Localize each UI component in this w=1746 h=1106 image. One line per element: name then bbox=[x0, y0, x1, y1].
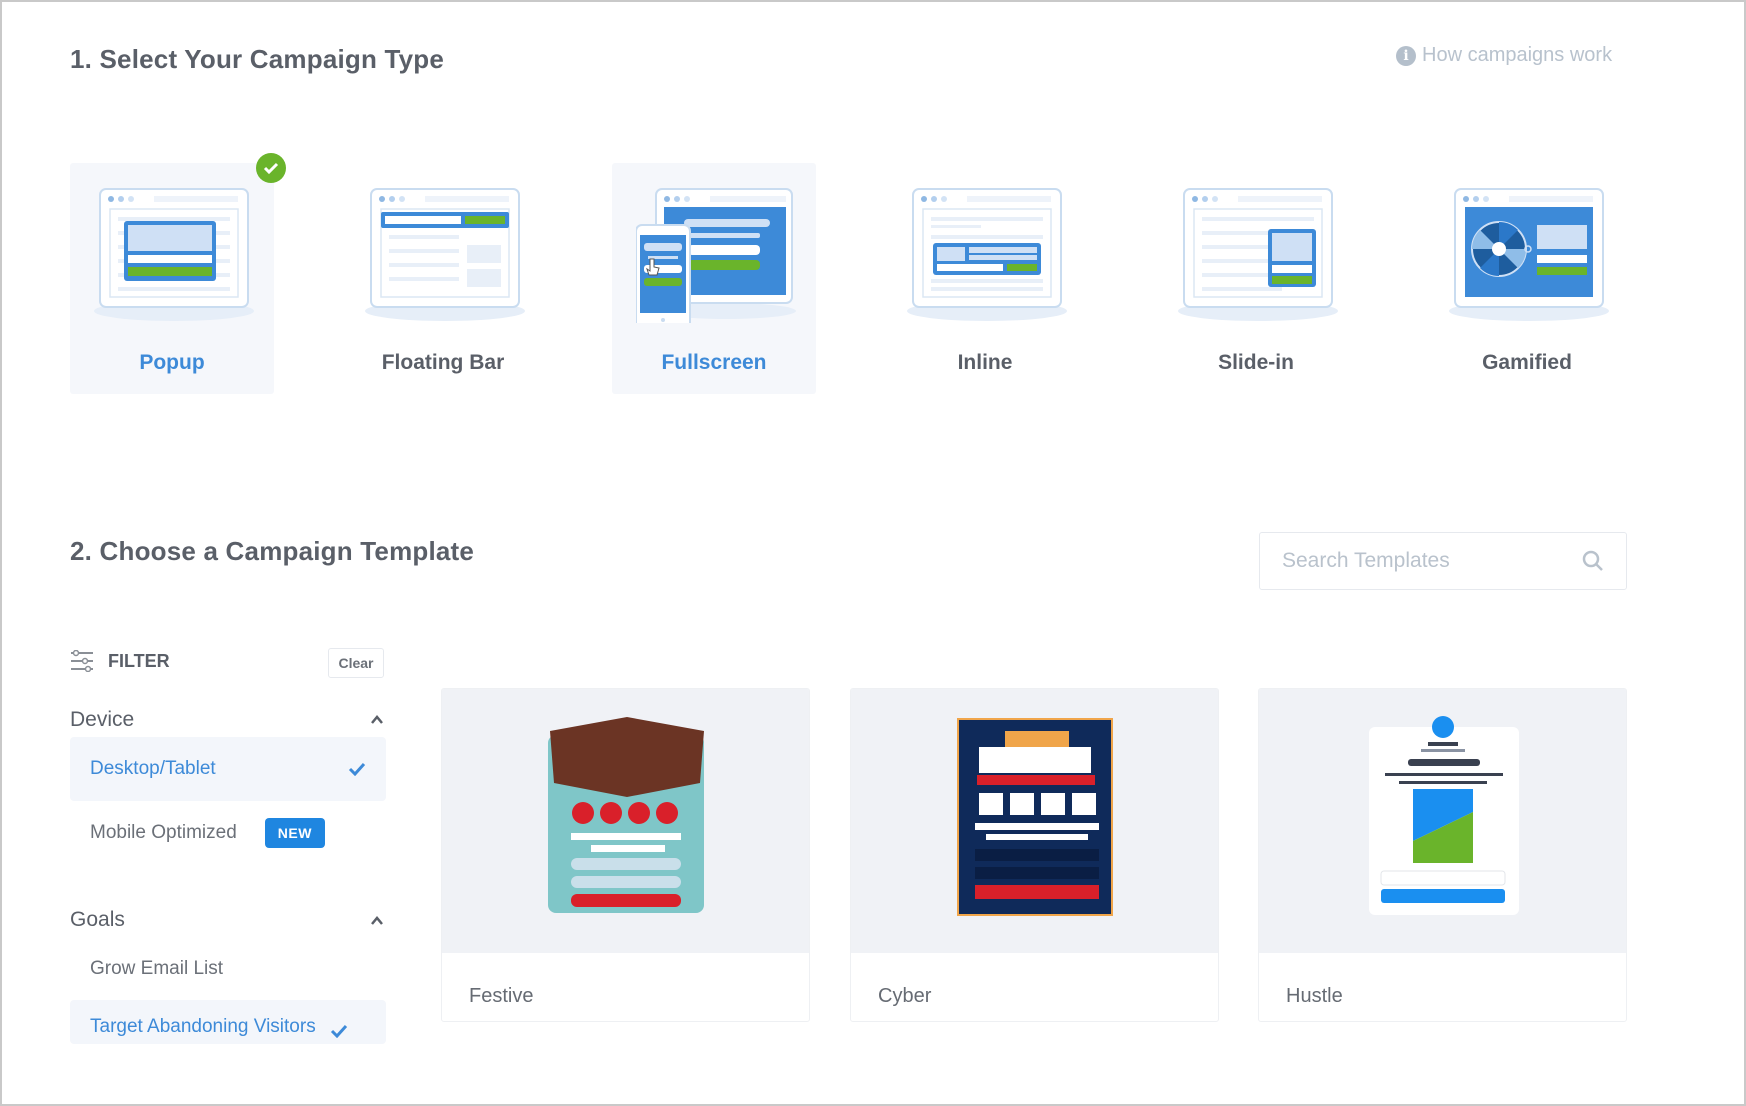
filter-group-device-title: Device bbox=[70, 708, 135, 731]
template-name: Cyber bbox=[878, 985, 932, 1007]
filter-option-mobile-optimized[interactable]: Mobile Optimized NEW bbox=[70, 801, 386, 865]
filter-option-label: Desktop/Tablet bbox=[90, 758, 216, 779]
slide-in-illustration bbox=[1178, 188, 1338, 321]
chevron-up-icon[interactable] bbox=[370, 914, 384, 928]
filter-group-goals-title: Goals bbox=[70, 908, 125, 931]
filter-sliders-icon bbox=[71, 650, 93, 672]
template-name: Hustle bbox=[1286, 985, 1343, 1007]
clear-filter-button[interactable]: Clear bbox=[328, 648, 384, 678]
campaign-type-inline[interactable]: Inline bbox=[883, 163, 1087, 394]
section-title-campaign-type: 1. Select Your Campaign Type bbox=[70, 44, 445, 74]
campaign-type-label: Inline bbox=[957, 351, 1013, 374]
template-name: Festive bbox=[469, 985, 534, 1007]
filter-option-label: Mobile Optimized bbox=[90, 822, 237, 843]
campaign-type-label: Floating Bar bbox=[381, 351, 505, 374]
campaign-type-label: Gamified bbox=[1482, 351, 1572, 374]
filter-option-desktop-tablet[interactable]: Desktop/Tablet bbox=[70, 737, 386, 801]
checkmark-icon bbox=[348, 762, 366, 776]
new-badge: NEW bbox=[264, 818, 325, 848]
inline-illustration bbox=[907, 188, 1067, 321]
filter-option-target-abandoning-visitors[interactable]: Target Abandoning Visitors bbox=[70, 1000, 386, 1044]
filter-option-label: Target Abandoning Visitors bbox=[90, 1016, 316, 1037]
filter-option-label: Grow Email List bbox=[90, 958, 224, 979]
floating-bar-illustration bbox=[365, 188, 525, 321]
section-title-campaign-template: 2. Choose a Campaign Template bbox=[70, 536, 475, 566]
checkmark-icon bbox=[330, 1024, 347, 1038]
popup-illustration bbox=[94, 188, 254, 321]
fullscreen-illustration bbox=[636, 188, 796, 323]
filter-option-grow-email-list[interactable]: Grow Email List bbox=[70, 937, 386, 1001]
search-templates-field[interactable] bbox=[1259, 532, 1627, 590]
how-campaigns-work-label: How campaigns work bbox=[1422, 44, 1613, 66]
chevron-up-icon[interactable] bbox=[370, 713, 384, 727]
search-templates-input[interactable] bbox=[1282, 549, 1582, 573]
campaign-type-floating-bar[interactable]: Floating Bar bbox=[341, 163, 545, 394]
hustle-template-thumbnail bbox=[1369, 716, 1519, 915]
template-card-hustle[interactable]: Hustle bbox=[1258, 688, 1627, 1022]
festive-template-thumbnail bbox=[548, 717, 704, 913]
filter-label: FILTER bbox=[108, 650, 170, 671]
how-campaigns-work-link[interactable]: i How campaigns work bbox=[1396, 44, 1612, 67]
template-card-cyber[interactable]: Cyber bbox=[850, 688, 1219, 1022]
search-icon[interactable] bbox=[1582, 550, 1604, 572]
gamified-illustration bbox=[1449, 188, 1609, 321]
info-icon: i bbox=[1396, 45, 1416, 66]
campaign-type-label: Popup bbox=[139, 351, 205, 374]
selected-check-icon bbox=[256, 153, 286, 183]
cyber-template-thumbnail bbox=[957, 718, 1113, 916]
campaign-type-label: Fullscreen bbox=[661, 351, 767, 374]
campaign-type-fullscreen[interactable]: Fullscreen bbox=[612, 163, 816, 394]
campaign-type-popup[interactable]: Popup bbox=[70, 163, 274, 394]
campaign-type-slide-in[interactable]: Slide-in bbox=[1154, 163, 1358, 394]
campaign-type-label: Slide-in bbox=[1218, 351, 1294, 374]
campaign-type-gamified[interactable]: Gamified bbox=[1425, 163, 1629, 394]
template-card-festive[interactable]: Festive bbox=[441, 688, 810, 1022]
filter-header: FILTER bbox=[70, 650, 170, 672]
